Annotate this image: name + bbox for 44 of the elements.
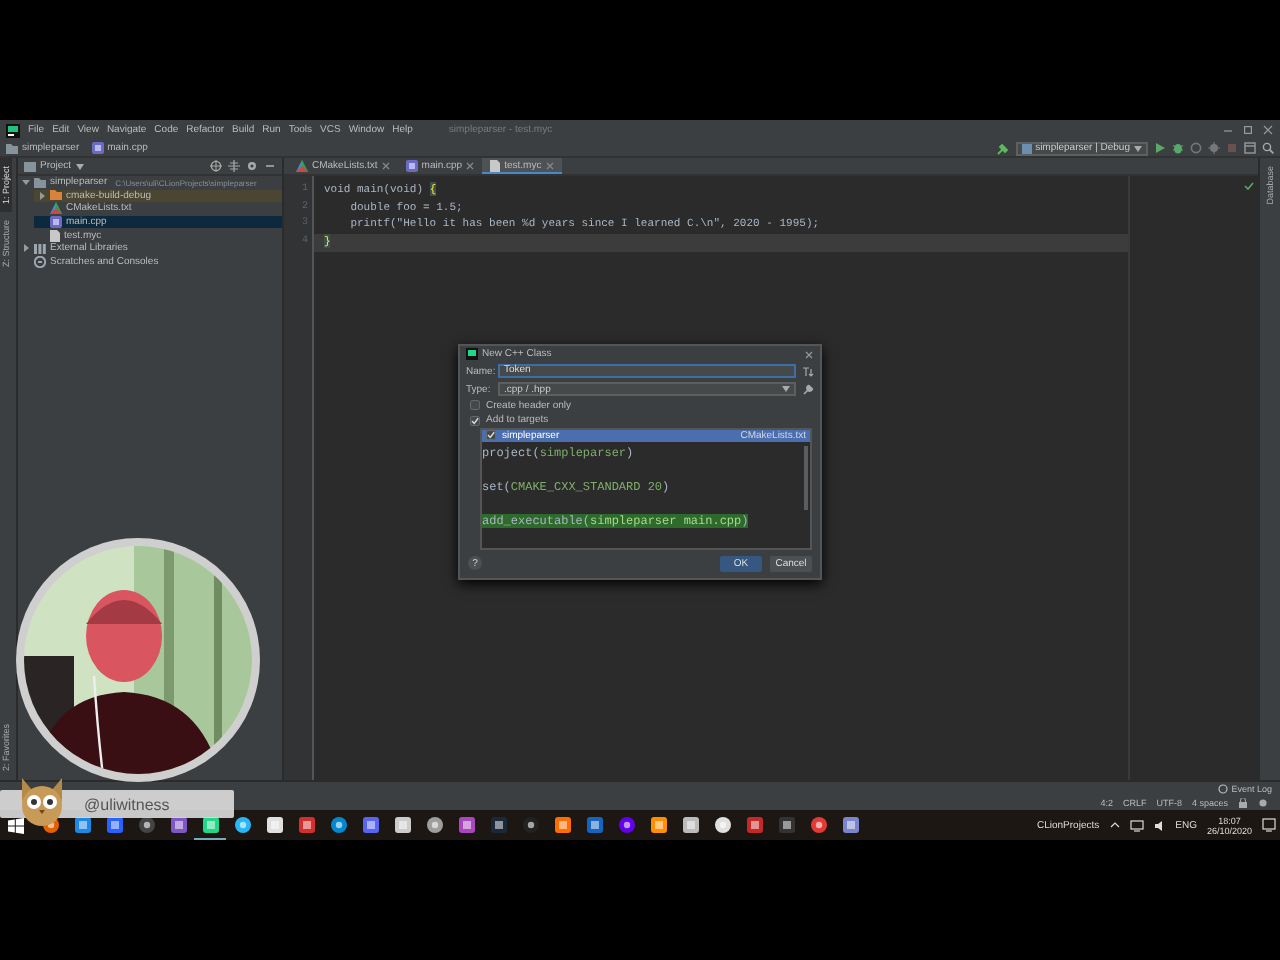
bug-icon[interactable] — [1172, 142, 1184, 154]
search-icon[interactable] — [1262, 142, 1274, 154]
caret-icon — [1134, 145, 1142, 151]
caret-icon — [782, 386, 790, 393]
close-icon[interactable] — [1262, 124, 1274, 136]
collapsed-arrow-icon[interactable] — [22, 244, 30, 253]
lock-icon[interactable] — [1238, 798, 1248, 808]
file-icon — [490, 159, 501, 171]
checked-checkbox[interactable] — [470, 415, 480, 426]
project-structure-icon[interactable] — [1244, 142, 1256, 154]
triangle-icon — [50, 202, 62, 215]
close-icon[interactable] — [381, 162, 390, 170]
hammer-icon[interactable] — [995, 141, 1010, 155]
app-icon — [6, 123, 20, 137]
windows-start-icon[interactable] — [8, 817, 24, 833]
caret-icon — [75, 163, 84, 169]
maximize-icon[interactable] — [1242, 124, 1254, 136]
triangle-icon — [296, 160, 308, 172]
scrollbar[interactable] — [804, 445, 808, 510]
chevron-up-icon[interactable] — [1109, 820, 1120, 830]
close-icon[interactable] — [466, 162, 475, 170]
check-icon — [1244, 182, 1254, 190]
close-icon[interactable] — [804, 349, 814, 360]
notification-icon[interactable] — [1262, 818, 1276, 832]
panel-icon — [24, 161, 36, 171]
expanded-arrow-icon[interactable] — [22, 178, 30, 187]
speaker-icon[interactable] — [1153, 819, 1166, 831]
checked-checkbox[interactable] — [486, 430, 496, 441]
scratch-icon — [34, 255, 46, 268]
minimize-icon[interactable] — [264, 160, 276, 172]
network-icon[interactable] — [1129, 819, 1144, 831]
locate-icon[interactable] — [210, 160, 222, 172]
file-icon — [405, 160, 418, 172]
sort-icon[interactable] — [802, 365, 814, 378]
file-icon — [91, 142, 104, 154]
collapsed-arrow-icon[interactable] — [38, 191, 46, 200]
event-log-icon — [1217, 784, 1228, 794]
wrench-icon[interactable] — [802, 383, 814, 396]
checkbox[interactable] — [470, 400, 480, 411]
app-icon — [466, 348, 478, 361]
config-icon — [1021, 143, 1032, 153]
library-icon — [34, 243, 46, 254]
collapse-icon[interactable] — [228, 160, 240, 172]
settings-icon[interactable] — [246, 160, 258, 172]
